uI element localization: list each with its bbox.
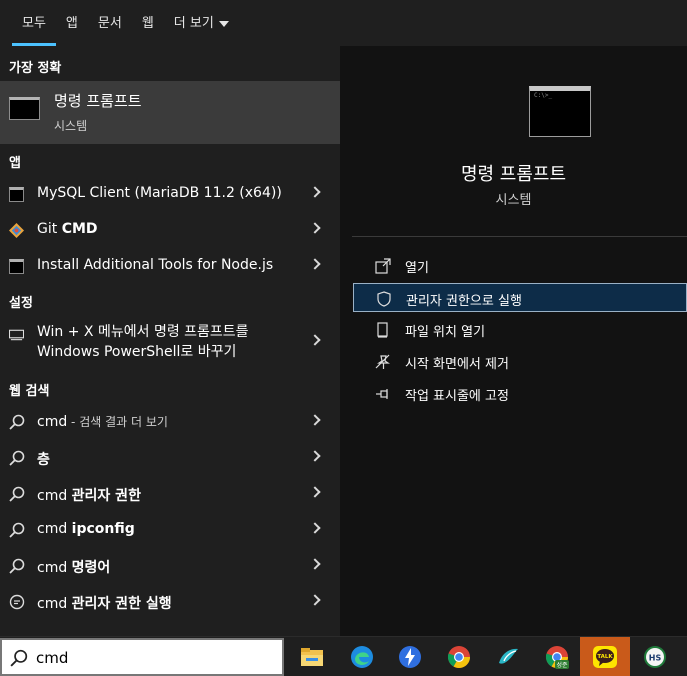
svg-text:HS: HS <box>649 654 662 663</box>
search-icon <box>9 486 25 502</box>
action-open-file-location[interactable]: 파일 위치 열기 <box>353 315 687 344</box>
tab-web[interactable]: 웹 <box>132 0 164 46</box>
app-label: Git CMD <box>37 221 98 237</box>
web-label: cmd - 검색 결과 더 보기 <box>37 414 168 430</box>
tab-apps[interactable]: 앱 <box>56 0 88 46</box>
chevron-right-icon[interactable] <box>309 414 321 426</box>
open-icon <box>375 258 391 274</box>
chevron-right-icon[interactable] <box>309 522 321 534</box>
pin-icon <box>376 389 388 399</box>
detail-panel: 명령 프롬프트 시스템 열기 관리자 권한으로 실행 파일 위치 열기 시작 화… <box>340 46 687 636</box>
node-tools-icon <box>9 259 24 274</box>
chevron-right-icon[interactable] <box>309 222 321 234</box>
best-match-subtitle: 시스템 <box>54 119 88 133</box>
web-item[interactable]: 층 <box>0 441 340 475</box>
taskbar-hs-app[interactable]: HS <box>630 637 680 676</box>
chrome-profile-icon: 성준 <box>545 646 569 669</box>
app-item-mysql[interactable]: MySQL Client (MariaDB 11.2 (x64)) <box>0 177 340 211</box>
hs-app-icon: HS <box>644 646 666 668</box>
chat-search-icon <box>9 594 25 610</box>
command-prompt-icon <box>9 97 40 120</box>
app-item-git-cmd[interactable]: Git CMD <box>0 213 340 247</box>
web-label: cmd 관리자 권한 <box>37 488 141 504</box>
detail-title: 명령 프롬프트 <box>460 164 567 185</box>
chevron-right-icon[interactable] <box>309 594 321 606</box>
web-label: cmd 관리자 권한 실행 <box>37 596 172 612</box>
taskbar-chrome-profile[interactable]: 성준 <box>532 637 582 676</box>
chrome-icon <box>447 646 470 668</box>
tab-documents[interactable]: 문서 <box>88 0 132 46</box>
shield-icon <box>377 291 391 307</box>
action-pin-taskbar[interactable]: 작업 표시줄에 고정 <box>353 379 687 408</box>
search-icon <box>9 522 25 538</box>
settings-display-icon <box>9 329 24 341</box>
unpin-icon <box>375 354 390 369</box>
taskbar-edge[interactable] <box>337 637 387 676</box>
web-item[interactable]: cmd 명령어 <box>0 549 340 583</box>
app-item-node-tools[interactable]: Install Additional Tools for Node.js <box>0 249 340 283</box>
app-label: MySQL Client (MariaDB 11.2 (x64)) <box>37 185 282 201</box>
start-menu: 모두 앱 문서 웹 더 보기 가장 정확 명령 프롬프트 시스템 앱 MySQL… <box>0 0 687 636</box>
section-apps: 앱 <box>9 156 21 171</box>
section-settings: 설정 <box>9 296 33 311</box>
chevron-right-icon[interactable] <box>309 558 321 570</box>
tab-more[interactable]: 더 보기 <box>164 0 239 46</box>
results-list: 가장 정확 명령 프롬프트 시스템 앱 MySQL Client (MariaD… <box>0 46 340 636</box>
settings-label: Win + X 메뉴에서 명령 프롬프트를 Windows PowerShell로… <box>37 324 249 360</box>
app-label: Install Additional Tools for Node.js <box>37 257 274 273</box>
taskbar-file-explorer[interactable] <box>287 637 337 676</box>
detail-kind: 시스템 <box>495 193 532 208</box>
edge-icon <box>351 646 373 668</box>
web-label: cmd ipconfig <box>37 521 135 537</box>
section-best-match: 가장 정확 <box>9 61 62 76</box>
divider <box>352 236 687 237</box>
file-explorer-icon <box>301 648 323 666</box>
app-blue-icon <box>399 646 421 668</box>
settings-item-powershell[interactable]: Win + X 메뉴에서 명령 프롬프트를 Windows PowerShell로… <box>0 319 340 367</box>
action-unpin-start[interactable]: 시작 화면에서 제거 <box>353 347 687 376</box>
app-bird-icon <box>499 648 518 664</box>
taskbar-app-bird[interactable] <box>483 637 533 676</box>
filter-tabs: 모두 앱 문서 웹 더 보기 <box>0 0 687 46</box>
chevron-right-icon[interactable] <box>309 450 321 462</box>
taskbar-kakaotalk[interactable]: TALK <box>580 637 630 676</box>
search-icon <box>9 558 25 574</box>
taskbar-search-box[interactable] <box>0 638 284 676</box>
taskbar-app-blue[interactable] <box>385 637 435 676</box>
action-run-as-admin[interactable]: 관리자 권한으로 실행 <box>353 283 687 312</box>
svg-text:성준: 성준 <box>556 661 568 669</box>
search-icon <box>9 414 25 430</box>
action-open[interactable]: 열기 <box>353 251 687 280</box>
web-label: cmd 명령어 <box>37 560 111 576</box>
best-match-item[interactable]: 명령 프롬프트 시스템 <box>0 81 340 144</box>
kakaotalk-icon: TALK <box>593 646 617 668</box>
taskbar-chrome[interactable] <box>434 637 484 676</box>
web-item[interactable]: cmd 관리자 권한 <box>0 477 340 511</box>
caret-down-icon <box>218 20 229 27</box>
web-item[interactable]: cmd - 검색 결과 더 보기 <box>0 405 340 439</box>
chevron-right-icon[interactable] <box>309 334 321 346</box>
mysql-client-icon <box>9 187 24 202</box>
git-icon <box>9 223 24 238</box>
chevron-right-icon[interactable] <box>309 186 321 198</box>
taskbar: 성준 TALK HS <box>0 636 687 676</box>
web-item[interactable]: cmd ipconfig <box>0 513 340 547</box>
web-item[interactable]: cmd 관리자 권한 실행 <box>0 585 340 619</box>
search-input[interactable] <box>36 646 276 670</box>
best-match-title: 명령 프롬프트 <box>54 92 142 110</box>
search-icon <box>9 450 25 466</box>
tab-all[interactable]: 모두 <box>12 0 56 46</box>
file-location-icon <box>377 322 388 338</box>
chevron-right-icon[interactable] <box>309 258 321 270</box>
web-label: 층 <box>37 452 50 468</box>
section-web-search: 웹 검색 <box>9 384 50 399</box>
command-prompt-large-icon <box>529 86 591 137</box>
search-icon <box>10 649 28 667</box>
svg-text:TALK: TALK <box>597 654 613 660</box>
chevron-right-icon[interactable] <box>309 486 321 498</box>
